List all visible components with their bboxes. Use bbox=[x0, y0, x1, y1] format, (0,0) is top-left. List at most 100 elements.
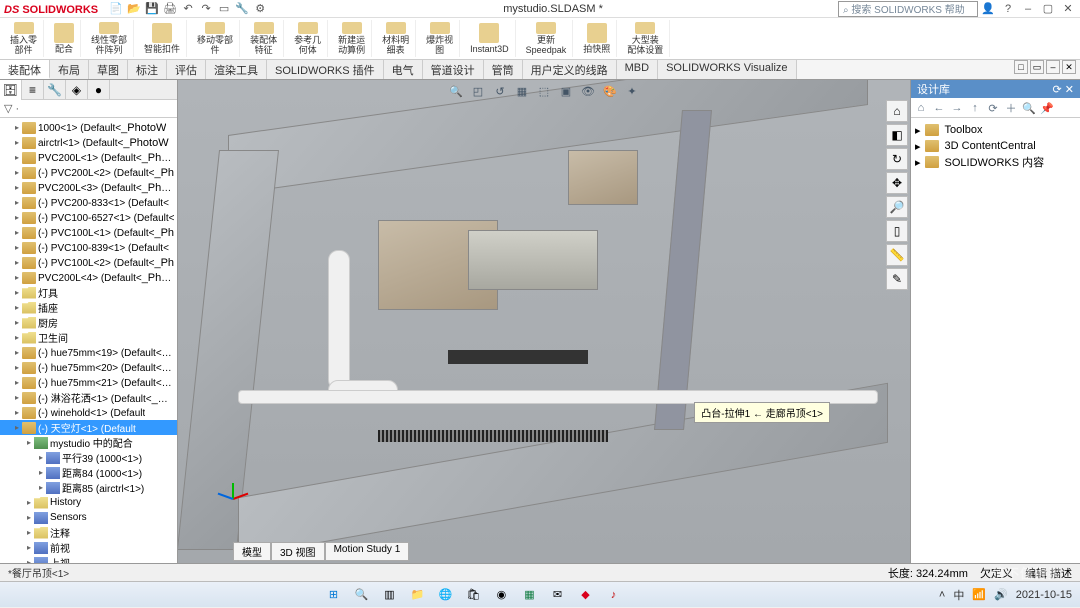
lib-add-icon[interactable]: ＋ bbox=[1003, 100, 1019, 116]
print-icon[interactable]: 🖨 bbox=[162, 1, 178, 17]
expand-icon[interactable]: ▸ bbox=[12, 243, 22, 252]
tree-node[interactable]: ▸(-) PVC100-839<1> (Default< bbox=[0, 240, 177, 255]
command-tab[interactable]: MBD bbox=[617, 60, 658, 79]
tree-node[interactable]: ▸(-) hue75mm<19> (Default<_Phot bbox=[0, 345, 177, 360]
view-cube-icon[interactable]: ◧ bbox=[886, 124, 908, 146]
tree-node[interactable]: ▸(-) PVC100L<2> (Default<_Ph bbox=[0, 255, 177, 270]
tree-node[interactable]: ▸距离84 (1000<1>) bbox=[0, 465, 177, 480]
expand-icon[interactable]: ▸ bbox=[24, 528, 34, 537]
ribbon-button[interactable]: 更新Speedpak bbox=[520, 20, 574, 57]
expand-icon[interactable]: ▸ bbox=[24, 558, 34, 563]
task-pane-pin-icon[interactable]: ⟳ ✕ bbox=[1053, 83, 1075, 96]
pan-icon[interactable]: ✥ bbox=[886, 172, 908, 194]
options-icon[interactable]: ⚙ bbox=[252, 1, 268, 17]
expand-icon[interactable]: ▸ bbox=[12, 168, 22, 177]
home-view-icon[interactable]: ⌂ bbox=[886, 100, 908, 122]
file-new-icon[interactable]: 📄 bbox=[108, 1, 124, 17]
tree-node[interactable]: ▸Sensors bbox=[0, 510, 177, 525]
lib-back-icon[interactable]: ← bbox=[931, 100, 947, 116]
expand-icon[interactable]: ▸ bbox=[915, 124, 921, 137]
ime-icon[interactable]: 中 bbox=[953, 587, 964, 603]
tree-node[interactable]: ▸插座 bbox=[0, 300, 177, 315]
help-icon[interactable]: ? bbox=[1000, 1, 1016, 17]
expand-icon[interactable]: ▸ bbox=[36, 468, 46, 477]
tree-node[interactable]: ▸PVC200L<3> (Default<_Photo bbox=[0, 180, 177, 195]
clock-date[interactable]: 2021-10-15 bbox=[1016, 589, 1072, 601]
command-tab[interactable]: 标注 bbox=[128, 60, 167, 79]
tree-node[interactable]: ▸(-) PVC200L<2> (Default<_Ph bbox=[0, 165, 177, 180]
tree-node[interactable]: ▸airctrl<1> (Default<_PhotoW bbox=[0, 135, 177, 150]
expand-icon[interactable]: ▸ bbox=[24, 498, 34, 507]
tree-node[interactable]: ▸(-) winehold<1> (Default bbox=[0, 405, 177, 420]
ribbon-button[interactable]: Instant3D bbox=[464, 20, 516, 57]
tree-node[interactable]: ▸上视 bbox=[0, 555, 177, 563]
graphics-viewport[interactable]: 🔍 ◰ ↺ ▦ ⬚ ▣ 👁 🎨 ✦ ⌂ ◧ ↻ ✥ 🔎 ▯ 📏 ✎ 凸台-拉伸1… bbox=[178, 80, 910, 563]
tree-node[interactable]: ▸灯具 bbox=[0, 285, 177, 300]
tray-up-icon[interactable]: ˄ bbox=[939, 589, 945, 601]
tree-node[interactable]: ▸(-) hue75mm<21> (Default<_Phot bbox=[0, 375, 177, 390]
ribbon-button[interactable]: 智能扣件 bbox=[138, 20, 187, 57]
file-open-icon[interactable]: 📂 bbox=[126, 1, 142, 17]
outlook-icon[interactable]: ✉ bbox=[545, 583, 569, 607]
netease-icon[interactable]: ♪ bbox=[601, 583, 625, 607]
store-icon[interactable]: 🛍 bbox=[461, 583, 485, 607]
ribbon-button[interactable]: 参考几何体 bbox=[288, 20, 328, 57]
expand-icon[interactable]: ▸ bbox=[12, 378, 22, 387]
tree-node[interactable]: ▸厨房 bbox=[0, 315, 177, 330]
command-tab[interactable]: 布局 bbox=[50, 60, 89, 79]
tree-node[interactable]: ▸(-) PVC100L<1> (Default<_Ph bbox=[0, 225, 177, 240]
tab-close-icon[interactable]: ✕ bbox=[1062, 60, 1076, 74]
rotate-icon[interactable]: ↻ bbox=[886, 148, 908, 170]
appearance-icon[interactable]: 🎨 bbox=[601, 82, 619, 100]
view-orient-icon[interactable]: ⬚ bbox=[535, 82, 553, 100]
lib-pin-icon[interactable]: 📌 bbox=[1039, 100, 1055, 116]
tree-node[interactable]: ▸PVC200L<4> (Default<_Photo bbox=[0, 270, 177, 285]
expand-icon[interactable]: ▸ bbox=[24, 438, 34, 447]
help-search-input[interactable]: ⌕ 搜索 SOLIDWORKS 帮助 bbox=[838, 1, 978, 17]
appearance-tab[interactable]: ● bbox=[88, 80, 110, 100]
lib-search-icon[interactable]: 🔍 bbox=[1021, 100, 1037, 116]
tree-node[interactable]: ▸卫生间 bbox=[0, 330, 177, 345]
library-item[interactable]: ▸SOLIDWORKS 内容 bbox=[915, 154, 1076, 170]
ribbon-button[interactable]: 新建运动算例 bbox=[332, 20, 372, 57]
undo-icon[interactable]: ↶ bbox=[180, 1, 196, 17]
ribbon-button[interactable]: 插入零部件 bbox=[4, 20, 44, 57]
expand-icon[interactable]: ▸ bbox=[12, 258, 22, 267]
library-item[interactable]: ▸3D ContentCentral bbox=[915, 138, 1076, 154]
zoom-icon[interactable]: 🔎 bbox=[886, 196, 908, 218]
command-tab[interactable]: 装配体 bbox=[0, 60, 50, 79]
tree-node[interactable]: ▸前视 bbox=[0, 540, 177, 555]
edge-icon[interactable]: 🌐 bbox=[433, 583, 457, 607]
expand-icon[interactable]: ▸ bbox=[12, 288, 22, 297]
hide-show-icon[interactable]: 👁 bbox=[579, 82, 597, 100]
library-item[interactable]: ▸Toolbox bbox=[915, 122, 1076, 138]
solidworks-task-icon[interactable]: ◆ bbox=[573, 583, 597, 607]
save-icon[interactable]: 💾 bbox=[144, 1, 160, 17]
expand-icon[interactable]: ▸ bbox=[12, 393, 22, 402]
explorer-icon[interactable]: 📁 bbox=[405, 583, 429, 607]
display-tab[interactable]: ◈ bbox=[66, 80, 88, 100]
expand-icon[interactable]: ▸ bbox=[12, 228, 22, 237]
excel-icon[interactable]: ▦ bbox=[517, 583, 541, 607]
config-tab[interactable]: 3D 视图 bbox=[271, 542, 325, 561]
minimize-icon[interactable]: – bbox=[1020, 1, 1036, 17]
tree-node[interactable]: ▸PVC200L<1> (Default<_Photo bbox=[0, 150, 177, 165]
select-icon[interactable]: ▭ bbox=[216, 1, 232, 17]
lib-home-icon[interactable]: ⌂ bbox=[913, 100, 929, 116]
ribbon-button[interactable]: 大型装配体设置 bbox=[621, 20, 670, 57]
ribbon-button[interactable]: 装配体特征 bbox=[244, 20, 284, 57]
command-tab[interactable]: 评估 bbox=[167, 60, 206, 79]
expand-icon[interactable]: ▸ bbox=[36, 483, 46, 492]
expand-icon[interactable]: ▸ bbox=[915, 140, 921, 153]
lib-refresh-icon[interactable]: ⟳ bbox=[985, 100, 1001, 116]
config-tab[interactable]: Motion Study 1 bbox=[325, 542, 410, 561]
lib-up-icon[interactable]: ↑ bbox=[967, 100, 983, 116]
zoom-fit-icon[interactable]: 🔍 bbox=[447, 82, 465, 100]
tree-node[interactable]: ▸1000<1> (Default<_PhotoW bbox=[0, 120, 177, 135]
tree-node[interactable]: ▸距离85 (airctrl<1>) bbox=[0, 480, 177, 495]
scene-icon[interactable]: ✦ bbox=[623, 82, 641, 100]
command-tab[interactable]: 管道设计 bbox=[423, 60, 484, 79]
expand-icon[interactable]: ▸ bbox=[12, 138, 22, 147]
tree-node[interactable]: ▸(-) 天空灯<1> (Default bbox=[0, 420, 177, 435]
expand-icon[interactable]: ▸ bbox=[12, 273, 22, 282]
